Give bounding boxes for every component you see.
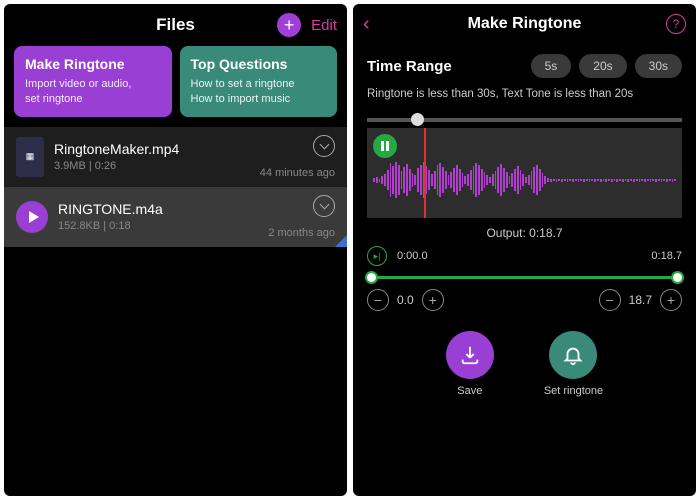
plus-start-button[interactable]: +: [422, 289, 444, 311]
time-start: 0:00.0: [397, 250, 428, 262]
skip-button[interactable]: ▸|: [367, 246, 387, 266]
help-button[interactable]: ?: [666, 14, 686, 34]
save-label: Save: [457, 385, 482, 397]
trim-handle-right[interactable]: [671, 271, 684, 284]
file-info: RingtoneMaker.mp4 3.9MB | 0:26: [54, 141, 250, 172]
header: ‹ Make Ringtone ?: [353, 4, 696, 44]
header: Files + Edit: [4, 4, 347, 46]
trim-slider[interactable]: [367, 276, 682, 279]
download-icon: [446, 331, 494, 379]
pill-30s[interactable]: 30s: [635, 54, 682, 78]
card-title: Top Questions: [191, 56, 327, 72]
promo-cards: Make Ringtone Import video or audio, set…: [4, 46, 347, 127]
bell-icon: [549, 331, 597, 379]
set-label: Set ringtone: [544, 385, 603, 397]
file-time: 44 minutes ago: [260, 167, 335, 179]
progress-row: ▸| 0:00.0 0:18.7: [353, 240, 696, 272]
minus-start-button[interactable]: −: [367, 289, 389, 311]
set-ringtone-action[interactable]: Set ringtone: [544, 331, 603, 397]
file-name: RingtoneMaker.mp4: [54, 141, 250, 157]
hint-text: Ringtone is less than 30s, Text Tone is …: [353, 88, 696, 108]
trim-handle-left[interactable]: [365, 271, 378, 284]
output-label: Output: 0:18.7: [353, 226, 696, 240]
pill-5s[interactable]: 5s: [531, 54, 572, 78]
playhead-marker[interactable]: [424, 128, 426, 218]
expand-icon[interactable]: [313, 195, 335, 217]
card-make-ringtone[interactable]: Make Ringtone Import video or audio, set…: [14, 46, 172, 117]
save-action[interactable]: Save: [446, 331, 494, 397]
timeline-knob[interactable]: [411, 113, 424, 126]
file-row[interactable]: ▦ RingtoneMaker.mp4 3.9MB | 0:26 44 minu…: [4, 127, 347, 187]
card-sub: How to set a ringtone How to import musi…: [191, 77, 327, 107]
edit-button[interactable]: Edit: [311, 17, 337, 34]
selected-corner-icon: [335, 235, 347, 247]
file-info: RINGTONE.m4a 152.8KB | 0:18: [58, 201, 258, 232]
file-size-duration: 3.9MB | 0:26: [54, 160, 116, 172]
waveform-bars: [367, 160, 682, 200]
file-meta: 3.9MB | 0:26: [54, 160, 250, 172]
plus-end-button[interactable]: +: [660, 289, 682, 311]
expand-icon[interactable]: [313, 135, 335, 157]
waveform[interactable]: [367, 128, 682, 218]
trim-controls: − 0.0 + − 18.7 +: [353, 289, 696, 321]
file-time: 2 months ago: [268, 227, 335, 239]
card-top-questions[interactable]: Top Questions How to set a ringtone How …: [180, 46, 338, 117]
video-thumb-icon: ▦: [16, 137, 44, 177]
trim-end-value: 18.7: [629, 293, 652, 307]
card-title: Make Ringtone: [25, 56, 161, 72]
file-name: RINGTONE.m4a: [58, 201, 258, 217]
page-title: Make Ringtone: [468, 15, 582, 33]
header-actions: + Edit: [277, 13, 337, 37]
pause-button[interactable]: [373, 134, 397, 158]
trim-start-value: 0.0: [397, 293, 414, 307]
back-button[interactable]: ‹: [363, 13, 370, 36]
card-sub: Import video or audio, set ringtone: [25, 77, 161, 107]
file-meta: 152.8KB | 0:18: [58, 220, 258, 232]
action-buttons: Save Set ringtone: [353, 331, 696, 397]
time-end: 0:18.7: [438, 250, 682, 262]
file-size-duration: 152.8KB | 0:18: [58, 220, 131, 232]
play-button[interactable]: [16, 201, 48, 233]
timeline-slider[interactable]: [367, 118, 682, 122]
files-screen: Files + Edit Make Ringtone Import video …: [4, 4, 347, 496]
pill-20s[interactable]: 20s: [579, 54, 626, 78]
time-range-row: Time Range 5s 20s 30s: [353, 44, 696, 88]
page-title: Files: [156, 15, 195, 35]
minus-end-button[interactable]: −: [599, 289, 621, 311]
add-button[interactable]: +: [277, 13, 301, 37]
file-row[interactable]: RINGTONE.m4a 152.8KB | 0:18 2 months ago: [4, 187, 347, 247]
time-range-label: Time Range: [367, 58, 523, 75]
editor-screen: ‹ Make Ringtone ? Time Range 5s 20s 30s …: [353, 4, 696, 496]
